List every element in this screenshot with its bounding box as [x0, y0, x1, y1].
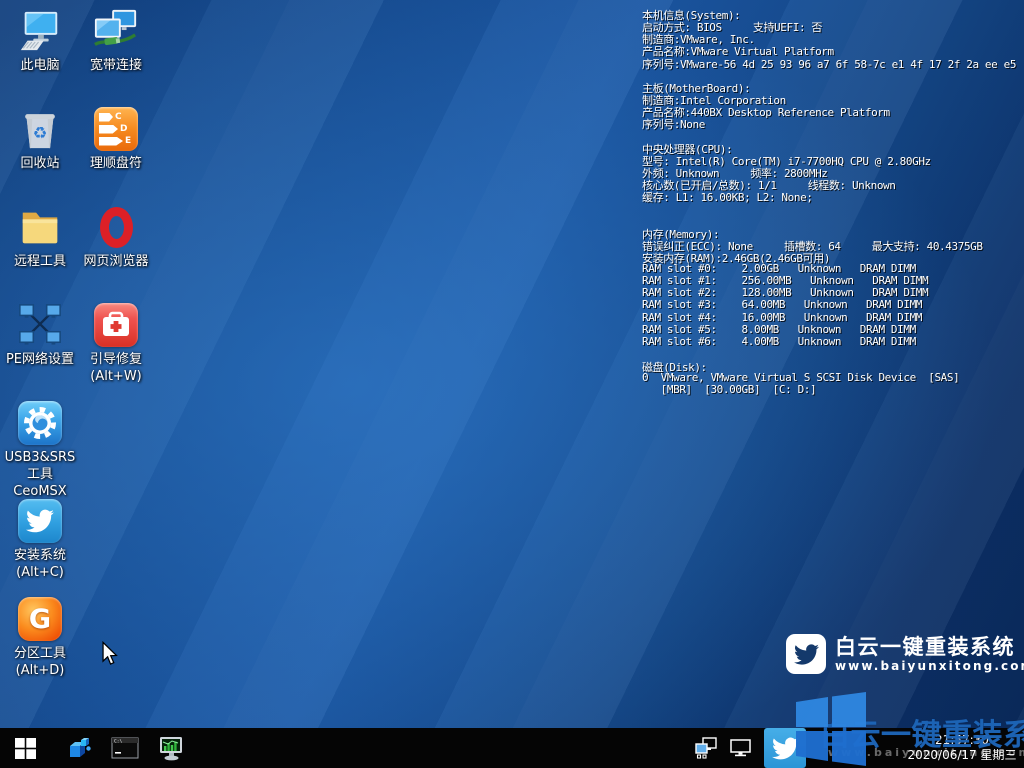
- system-info-line: RAM slot #3: 64.00MB Unknown DRAM DIMM: [642, 298, 1024, 310]
- brand-logo: 白云一键重装系统 www.baiyunxitong.com: [786, 634, 1024, 674]
- drive-letter: D: [120, 125, 127, 134]
- folder-icon: [17, 204, 63, 250]
- brand-url: www.baiyunxitong.com: [835, 659, 1024, 673]
- tray-network-icon[interactable]: [694, 736, 718, 760]
- system-info-line: RAM slot #5: 8.00MB Unknown DRAM DIMM: [642, 323, 1024, 335]
- recycle-bin-icon: ♻: [17, 106, 63, 152]
- desktop-icon-sublabel: 工具CeoMSX: [2, 466, 78, 500]
- desktop-icon-this-pc[interactable]: 此电脑: [2, 8, 78, 74]
- system-info-line: 序列号:VMware-56 4d 25 93 96 a7 6f 58-7c e1…: [642, 56, 1024, 68]
- system-info-line: [642, 213, 1024, 225]
- system-info-panel: 本机信息(System): 启动方式: BIOS 支持UEFI: 否 制造商:V…: [642, 7, 1024, 396]
- system-info-line: RAM slot #6: 4.00MB Unknown DRAM DIMM: [642, 335, 1024, 347]
- desktop-icon-broadband[interactable]: 宽带连接: [78, 8, 154, 74]
- desktop-icon-label: 回收站: [2, 155, 78, 172]
- desktop: 本机信息(System): 启动方式: BIOS 支持UEFI: 否 制造商:V…: [0, 0, 1024, 768]
- partition-icon-letter: G: [29, 604, 51, 635]
- mouse-cursor: [101, 641, 119, 666]
- system-info-line: [642, 347, 1024, 359]
- drive-letter: E: [125, 137, 131, 146]
- desktop-icon-label: 远程工具: [2, 253, 78, 270]
- command-prompt-icon: C:\: [111, 736, 139, 760]
- network-settings-icon: [17, 302, 63, 348]
- desktop-icon-sublabel: (Alt+D): [2, 662, 78, 679]
- desktop-icon-usb3-srs-tool[interactable]: USB3&SRS 工具CeoMSX: [2, 400, 78, 500]
- system-info-line: 产品名称:VMware Virtual Platform: [642, 43, 1024, 55]
- cmd-title-text: C:\: [114, 738, 123, 744]
- desktop-icon-pe-network-settings[interactable]: PE网络设置: [2, 302, 78, 368]
- blue-cubes-icon: [66, 735, 92, 761]
- desktop-icon-label: 宽带连接: [78, 57, 154, 74]
- twitter-bird-box-icon: [786, 634, 826, 674]
- this-pc-icon: [17, 8, 63, 54]
- desktop-icon-drive-letter-tool[interactable]: C D E 理顺盘符: [78, 106, 154, 172]
- twitter-bird-icon: [772, 735, 799, 762]
- desktop-icon-label: 安装系统: [2, 547, 78, 564]
- taskbar-item-task-manager[interactable]: [148, 728, 194, 768]
- system-info-line: 中央处理器(CPU):: [642, 141, 1024, 153]
- drive-letter: C: [115, 113, 122, 122]
- windows-logo-icon: [15, 738, 36, 759]
- taskbar: C:\: [0, 728, 1024, 768]
- system-info-line: [MBR] [30.00GB] [C: D:]: [642, 383, 1024, 395]
- system-info-line: 制造商:Intel Corporation: [642, 92, 1024, 104]
- system-info-line: 磁盘(Disk):: [642, 359, 1024, 371]
- desktop-icon-label: USB3&SRS: [2, 449, 78, 466]
- system-info-line: RAM slot #0: 2.00GB Unknown DRAM DIMM: [642, 262, 1024, 274]
- system-tray: 21:57:30 2020/06/17 星期三: [694, 728, 1024, 768]
- system-info-line: RAM slot #4: 16.00MB Unknown DRAM DIMM: [642, 311, 1024, 323]
- desktop-icon-label: 分区工具: [2, 645, 78, 662]
- system-info-line: RAM slot #2: 128.00MB Unknown DRAM DIMM: [642, 286, 1024, 298]
- broadband-connection-icon: [93, 8, 139, 54]
- system-info-line: 型号: Intel(R) Core(TM) i7-7700HQ CPU @ 2.…: [642, 153, 1024, 165]
- desktop-icon-partition-tool[interactable]: G 分区工具 (Alt+D): [2, 596, 78, 679]
- taskbar-item-pecmd[interactable]: [56, 728, 102, 768]
- desktop-icon-label: 理顺盘符: [78, 155, 154, 172]
- system-info-line: 产品名称:440BX Desktop Reference Platform: [642, 104, 1024, 116]
- desktop-icon-label: 此电脑: [2, 57, 78, 74]
- start-button[interactable]: [2, 728, 48, 768]
- desktop-icon-sublabel: (Alt+W): [78, 368, 154, 385]
- gear-swirl-icon: [17, 400, 63, 446]
- system-info-line: 启动方式: BIOS 支持UEFI: 否: [642, 19, 1024, 31]
- desktop-icon-label: 网页浏览器: [78, 253, 154, 270]
- desktop-icon-sublabel: (Alt+C): [2, 564, 78, 581]
- system-info-line: 0 VMware, VMware Virtual S SCSI Disk Dev…: [642, 371, 1024, 383]
- desktop-icon-boot-repair[interactable]: 引导修复 (Alt+W): [78, 302, 154, 385]
- system-info-line: 本机信息(System):: [642, 7, 1024, 19]
- tray-display-icon[interactable]: [729, 736, 753, 760]
- system-info-line: 主板(MotherBoard):: [642, 80, 1024, 92]
- svg-text:♻: ♻: [33, 124, 48, 143]
- desktop-icon-install-system[interactable]: 安装系统 (Alt+C): [2, 498, 78, 581]
- tray-twitter-app[interactable]: [764, 728, 806, 768]
- desktop-icon-remote-tools[interactable]: 远程工具: [2, 204, 78, 270]
- system-info-line: 制造商:VMware, Inc.: [642, 31, 1024, 43]
- twitter-bird-icon: [17, 498, 63, 544]
- boot-repair-icon: [93, 302, 139, 348]
- desktop-icon-label: PE网络设置: [2, 351, 78, 368]
- desktop-icon-label: 引导修复: [78, 351, 154, 368]
- opera-browser-icon: [93, 204, 139, 250]
- task-manager-icon: [158, 735, 185, 762]
- taskbar-item-cmd[interactable]: C:\: [102, 728, 148, 768]
- taskbar-clock[interactable]: 21:57:30 2020/06/17 星期三: [906, 733, 1018, 763]
- system-info-line: RAM slot #1: 256.00MB Unknown DRAM DIMM: [642, 274, 1024, 286]
- system-info-line: 内存(Memory):: [642, 226, 1024, 238]
- clock-time: 21:57:30: [906, 733, 1018, 748]
- system-info-line: 核心数(已开启/总数): 1/1 线程数: Unknown: [642, 177, 1024, 189]
- brand-title: 白云一键重装系统: [835, 635, 1024, 659]
- clock-date: 2020/06/17 星期三: [906, 748, 1018, 763]
- system-info-line: 错误纠正(ECC): None 插槽数: 64 最大支持: 40.4375GB: [642, 238, 1024, 250]
- drive-letter-tool-icon: C D E: [93, 106, 139, 152]
- desktop-icon-recycle-bin[interactable]: ♻ 回收站: [2, 106, 78, 172]
- desktop-icon-web-browser[interactable]: 网页浏览器: [78, 204, 154, 270]
- diskgenius-icon: G: [17, 596, 63, 642]
